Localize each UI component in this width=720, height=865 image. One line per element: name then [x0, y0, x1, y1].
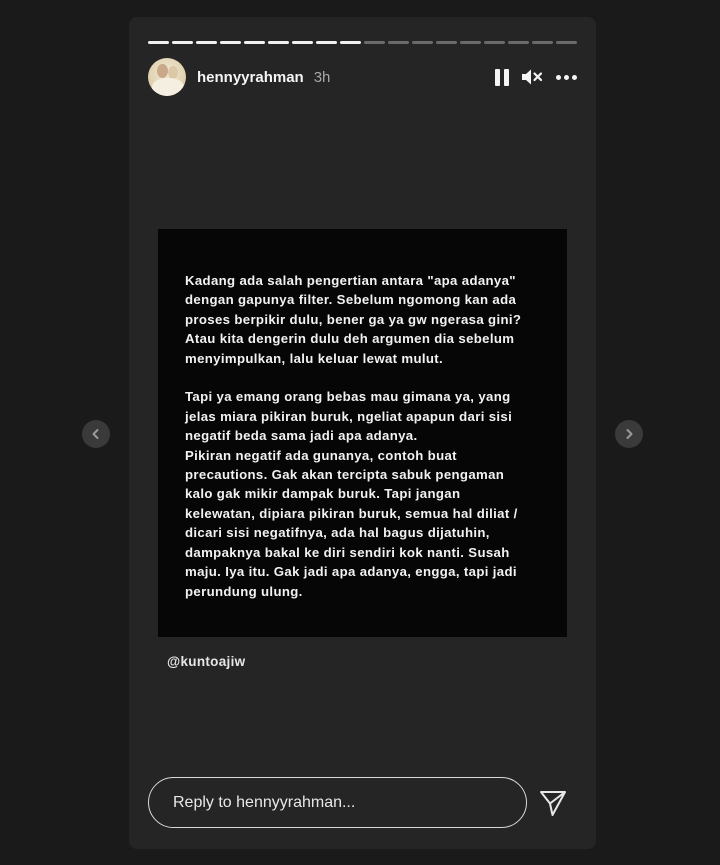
more-options-button[interactable] — [554, 65, 578, 89]
story-username[interactable]: hennyyrahman — [197, 69, 304, 86]
reply-placeholder: Reply to hennyyrahman... — [173, 793, 356, 811]
story-media: Kadang ada salah pengertian antara "apa … — [158, 229, 567, 637]
avatar[interactable] — [148, 58, 186, 96]
progress-segment — [460, 41, 481, 44]
progress-segment — [364, 41, 385, 44]
story-text: Kadang ada salah pengertian antara "apa … — [185, 273, 522, 599]
reply-input[interactable]: Reply to hennyyrahman... — [148, 777, 527, 828]
next-story-button[interactable] — [615, 420, 643, 448]
progress-segment — [556, 41, 577, 44]
mute-button[interactable] — [521, 65, 543, 89]
muted-speaker-icon — [522, 69, 543, 85]
progress-segment — [436, 41, 457, 44]
progress-segment — [172, 41, 193, 44]
story-header: hennyyrahman 3h — [148, 58, 578, 96]
story-progress-bar — [148, 41, 577, 44]
progress-segment — [268, 41, 289, 44]
send-button[interactable] — [538, 788, 568, 818]
story-timestamp: 3h — [313, 68, 331, 86]
mention-tag[interactable]: @kuntoajiw — [167, 654, 245, 669]
story-viewer: hennyyrahman 3h Kadang ada salah pengert… — [129, 17, 596, 849]
chevron-left-icon — [92, 429, 99, 439]
progress-segment — [412, 41, 433, 44]
pause-icon — [493, 68, 511, 86]
progress-segment — [508, 41, 529, 44]
story-controls — [492, 65, 578, 89]
progress-segment — [196, 41, 217, 44]
progress-segment — [340, 41, 361, 44]
progress-segment — [220, 41, 241, 44]
chevron-right-icon — [626, 429, 633, 439]
progress-segment — [292, 41, 313, 44]
progress-segment — [484, 41, 505, 44]
pause-button[interactable] — [492, 65, 512, 89]
progress-segment — [532, 41, 553, 44]
prev-story-button[interactable] — [82, 420, 110, 448]
progress-segment — [388, 41, 409, 44]
more-options-icon — [554, 74, 578, 80]
progress-segment — [244, 41, 265, 44]
progress-segment — [316, 41, 337, 44]
send-icon — [540, 791, 566, 816]
progress-segment — [148, 41, 169, 44]
